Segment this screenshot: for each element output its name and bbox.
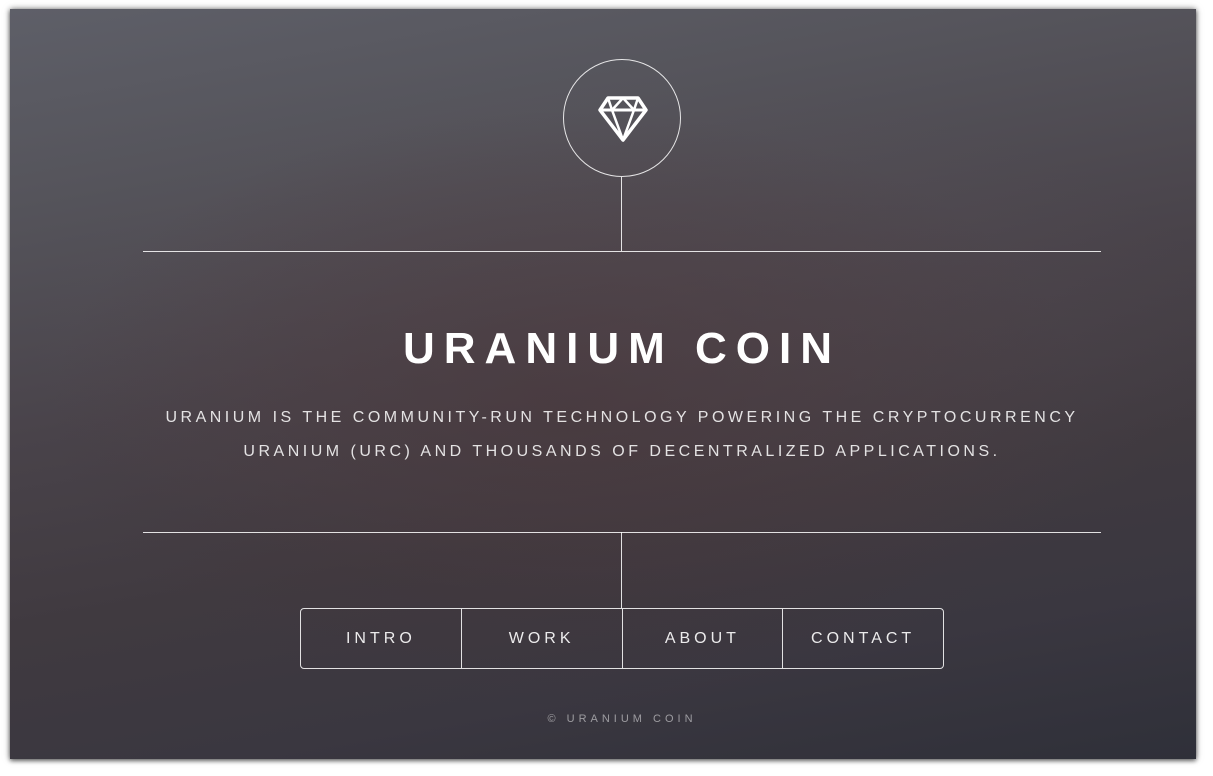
divider-bottom [143, 532, 1101, 533]
main-nav: INTRO WORK ABOUT CONTACT [300, 608, 944, 669]
logo-circle [563, 59, 681, 177]
nav-about-button[interactable]: ABOUT [623, 609, 784, 668]
page-title: URANIUM COIN [403, 324, 841, 373]
nav-intro-button[interactable]: INTRO [301, 609, 462, 668]
divider-top [143, 251, 1101, 252]
nav-work-button[interactable]: WORK [462, 609, 623, 668]
hero-description-line-1: URANIUM IS THE COMMUNITY-RUN TECHNOLOGY … [165, 409, 1079, 426]
hero-description: URANIUM IS THE COMMUNITY-RUN TECHNOLOGY … [160, 401, 1084, 469]
nav-contact-button[interactable]: CONTACT [783, 609, 943, 668]
connector-line-top [621, 177, 622, 251]
page-frame: URANIUM COIN URANIUM IS THE COMMUNITY-RU… [10, 9, 1196, 759]
footer-copyright: © URANIUM COIN [547, 713, 697, 725]
hero-description-line-2: URANIUM (URC) AND THOUSANDS OF DECENTRAL… [243, 443, 1001, 460]
connector-line-bottom [621, 532, 622, 608]
diamond-icon [598, 96, 648, 142]
